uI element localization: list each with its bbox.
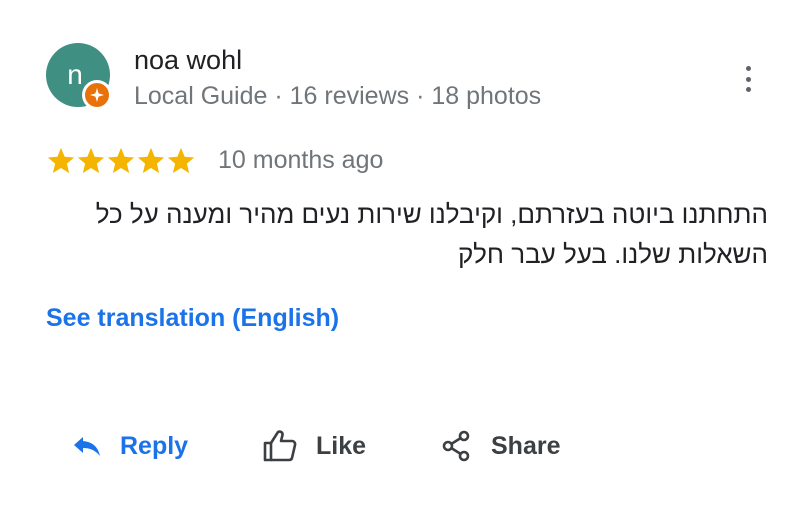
- star-icon: [47, 147, 75, 173]
- review-text: התחתנו ביוטה בעזרתם, וקיבלנו שירות נעים …: [95, 199, 768, 269]
- star-icon: [167, 147, 195, 173]
- reply-button[interactable]: Reply: [72, 424, 188, 468]
- star-icon: [77, 147, 105, 173]
- see-translation-link[interactable]: See translation (English): [46, 304, 339, 333]
- reply-arrow-icon: [74, 437, 100, 456]
- reviewer-meta[interactable]: Local Guide · 16 reviews · 18 photos: [134, 82, 541, 111]
- more-options-icon[interactable]: [735, 64, 761, 94]
- star-rating: [46, 146, 196, 176]
- star-icon: [107, 147, 135, 173]
- share-icon: [442, 430, 470, 462]
- share-button[interactable]: Share: [441, 424, 560, 468]
- like-button[interactable]: Like: [262, 424, 366, 468]
- like-label: Like: [316, 431, 367, 460]
- share-label: Share: [491, 431, 561, 460]
- thumbs-up-icon: [263, 430, 297, 462]
- reviewer-name[interactable]: noa wohl: [134, 45, 242, 76]
- local-guide-badge-icon: [82, 80, 112, 110]
- reply-label: Reply: [120, 431, 189, 460]
- review-date: 10 months ago: [218, 146, 384, 174]
- star-icon: [137, 147, 165, 173]
